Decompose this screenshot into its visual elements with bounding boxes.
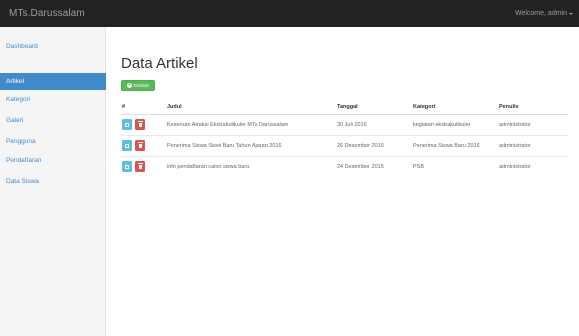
table-header-row: # Judul Tanggal Kategori Penulis [121,101,568,115]
sidebar-item-artikel[interactable]: Artikel [0,73,106,90]
trash-icon [137,121,143,127]
sidebar-item-kategori[interactable]: Kategori [0,91,106,108]
trash-icon [137,142,143,148]
sidebar-item-dashboard[interactable]: Dashboard [0,38,106,55]
edit-icon [125,122,129,127]
edit-icon [125,143,129,148]
cell-tanggal: 30 Juli 2016 [337,121,367,128]
edit-button[interactable] [122,161,132,173]
trash-icon [137,163,143,169]
column-header-number: # [121,101,166,115]
add-button-label: Tambah [132,83,149,88]
brand-link[interactable]: MTs.Darussalam [9,8,85,19]
table-row: info pendaftaran calon siswa baru 24 Des… [121,155,568,177]
column-header-judul: Judul [166,101,336,115]
delete-button[interactable] [135,119,145,130]
plus-circle-icon: + [126,82,132,88]
cell-penulis: administrator [499,121,531,128]
caret-down-icon [569,12,573,15]
sidebar: Dashboard Artikel Kategori Galeri Penggu… [0,27,106,336]
column-header-kategori: Kategori [412,101,498,115]
row-actions [121,114,166,135]
delete-button[interactable] [135,140,145,151]
sidebar-item-galeri[interactable]: Galeri [0,112,106,129]
cell-judul: Keseruan Atraksi Ekstrakulikuler MTs Dar… [167,121,289,128]
sidebar-item-pengguna[interactable]: Pengguna [0,133,106,150]
cell-judul: Penerima Siswa Siswi Baru Tahun Ajaran 2… [166,134,336,156]
column-header-penulis: Penulis [498,101,568,115]
cell-kategori: kegiatan ekstrakulikuler [413,121,471,128]
cell-kategori: Penerima Siswa Baru 2016 [412,134,498,156]
table-row: Penerima Siswa Siswi Baru Tahun Ajaran 2… [121,134,568,156]
sidebar-item-data-siswa[interactable]: Data Siswa [0,173,106,190]
user-menu[interactable]: Welcome, admin [515,10,573,17]
edit-icon [125,164,129,169]
edit-button[interactable] [122,119,132,130]
articles-table: # Judul Tanggal Kategori Penulis Keserua… [121,101,568,177]
cell-penulis: administrator [498,134,568,156]
column-header-tanggal: Tanggal [336,101,412,115]
cell-penulis: administrator [498,155,568,177]
sidebar-item-pendaftaran[interactable]: Pendaftaran [0,152,106,169]
delete-button[interactable] [135,161,145,173]
main-content: Data Artikel + Tambah # Judul Tanggal Ka… [106,27,579,336]
row-actions [121,155,166,177]
cell-tanggal: 24 Desember 2015 [336,155,412,177]
add-article-button[interactable]: + Tambah [121,80,155,91]
cell-kategori: PSB [412,155,498,177]
table-row: Keseruan Atraksi Ekstrakulikuler MTs Dar… [121,114,568,135]
welcome-text: Welcome, admin [514,10,567,17]
cell-tanggal: 26 Desember 2015 [336,134,412,156]
top-navbar: MTs.Darussalam Welcome, admin [0,0,579,27]
edit-button[interactable] [122,140,132,151]
page-title: Data Artikel [121,55,198,72]
cell-judul: info pendaftaran calon siswa baru [166,155,336,177]
row-actions [121,134,166,156]
